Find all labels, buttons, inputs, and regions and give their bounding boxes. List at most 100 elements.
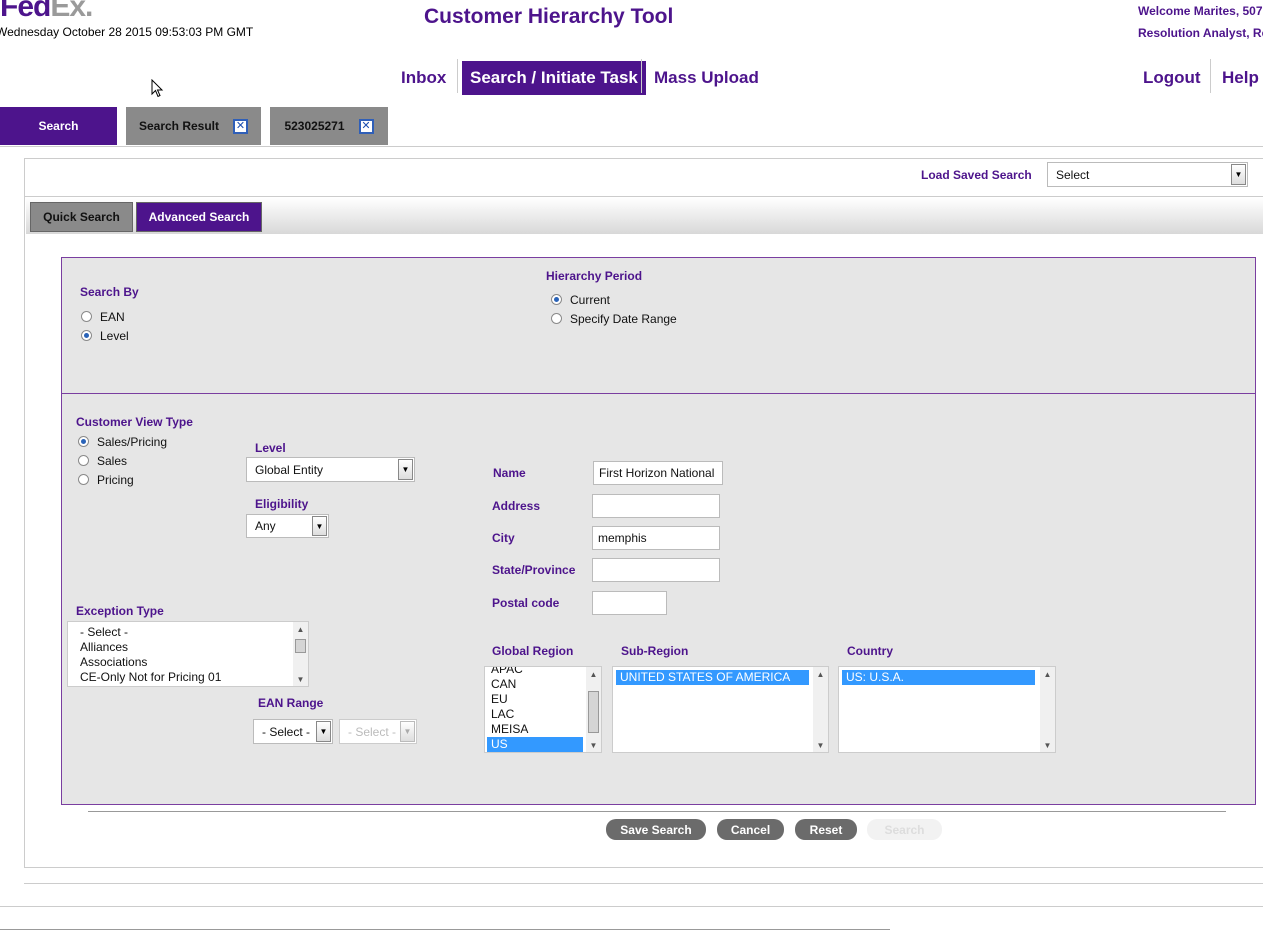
radio-button[interactable]: [551, 313, 562, 324]
footer-divider: [0, 906, 1263, 907]
scroll-thumb[interactable]: [588, 691, 599, 733]
level-select[interactable]: Global Entity ▼: [246, 457, 415, 482]
close-icon[interactable]: ✕: [358, 118, 374, 134]
welcome-user: Welcome Marites, 507 Resolution Analyst,…: [1138, 0, 1263, 44]
radio-button[interactable]: [551, 294, 562, 305]
list-option-selected[interactable]: UNITED STATES OF AMERICA: [616, 670, 809, 685]
eligibility-value: Any: [255, 519, 276, 533]
list-option[interactable]: EU: [487, 692, 583, 707]
scrollbar[interactable]: ▲ ▼: [1040, 667, 1055, 752]
radio-ean[interactable]: EAN: [81, 307, 129, 326]
footer-divider: [0, 929, 890, 930]
nav-logout[interactable]: Logout: [1143, 68, 1201, 88]
radio-button[interactable]: [81, 330, 92, 341]
eligibility-select[interactable]: Any ▼: [246, 514, 329, 538]
global-region-label: Global Region: [492, 644, 574, 658]
search-by-group: EAN Level: [81, 307, 129, 345]
country-label: Country: [847, 644, 893, 658]
radio-specify-date-range[interactable]: Specify Date Range: [551, 309, 677, 328]
radio-current[interactable]: Current: [551, 290, 677, 309]
city-label: City: [492, 531, 515, 545]
radio-button[interactable]: [78, 455, 89, 466]
ean-range-from-select[interactable]: - Select - ▼: [253, 719, 333, 744]
radio-button[interactable]: [81, 311, 92, 322]
list-option[interactable]: CAN: [487, 677, 583, 692]
scrollbar[interactable]: ▲ ▼: [813, 667, 828, 752]
radio-sales-pricing[interactable]: Sales/Pricing: [78, 432, 167, 451]
eligibility-label: Eligibility: [255, 497, 309, 511]
nav-help[interactable]: Help: [1222, 68, 1259, 88]
scroll-down-icon[interactable]: ▼: [1040, 738, 1055, 752]
radio-button[interactable]: [78, 436, 89, 447]
tab-record[interactable]: 523025271 ✕: [270, 107, 388, 145]
nav-inbox[interactable]: Inbox: [401, 68, 446, 88]
scroll-down-icon[interactable]: ▼: [293, 672, 308, 686]
close-icon[interactable]: ✕: [233, 118, 249, 134]
city-field[interactable]: memphis: [592, 526, 720, 550]
customer-view-type-label: Customer View Type: [76, 415, 193, 429]
list-option-selected[interactable]: US: [487, 737, 583, 752]
logo-fed-text: Fed: [0, 0, 51, 23]
scrollbar[interactable]: ▲ ▼: [586, 667, 601, 752]
customer-view-type-group: Sales/Pricing Sales Pricing: [78, 432, 167, 489]
radio-level[interactable]: Level: [81, 326, 129, 345]
level-value: Global Entity: [255, 462, 324, 477]
radio-label: Pricing: [97, 472, 134, 487]
panel-divider: [24, 196, 1263, 197]
current-datetime: Wednesday October 28 2015 09:53:03 PM GM…: [0, 25, 254, 39]
country-listbox[interactable]: US: U.S.A. ▲ ▼: [838, 666, 1056, 753]
scroll-thumb[interactable]: [295, 639, 306, 653]
list-option[interactable]: APAC: [487, 667, 583, 677]
cancel-button[interactable]: Cancel: [717, 819, 784, 840]
postal-code-label: Postal code: [492, 596, 560, 610]
radio-label: Sales/Pricing: [97, 434, 168, 449]
scroll-up-icon[interactable]: ▲: [813, 667, 828, 681]
state-field[interactable]: [592, 558, 720, 582]
nav-separator: [1210, 59, 1211, 93]
address-label: Address: [492, 499, 541, 513]
scroll-up-icon[interactable]: ▲: [293, 622, 308, 636]
page-title: Customer Hierarchy Tool: [424, 5, 674, 28]
list-option[interactable]: Associations: [76, 655, 308, 670]
postal-code-field[interactable]: [592, 591, 667, 615]
tab-search[interactable]: Search: [0, 107, 117, 145]
search-by-label: Search By: [80, 285, 139, 299]
address-field[interactable]: [592, 494, 720, 518]
list-option[interactable]: Alliances: [76, 640, 308, 655]
tab-quick-search[interactable]: Quick Search: [30, 202, 133, 232]
radio-sales[interactable]: Sales: [78, 451, 167, 470]
list-option[interactable]: MEISA: [487, 722, 583, 737]
actions-divider: [88, 811, 1226, 812]
list-option-selected[interactable]: US: U.S.A.: [842, 670, 1035, 685]
nav-mass-upload[interactable]: Mass Upload: [654, 68, 759, 88]
tab-record-label: 523025271: [284, 119, 345, 133]
scrollbar[interactable]: ▲ ▼: [293, 622, 308, 686]
tabs-divider: [0, 146, 1263, 147]
radio-pricing[interactable]: Pricing: [78, 470, 167, 489]
scroll-down-icon[interactable]: ▼: [813, 738, 828, 752]
scroll-down-icon[interactable]: ▼: [586, 738, 601, 752]
chevron-down-icon: ▼: [312, 516, 327, 536]
save-search-button[interactable]: Save Search: [606, 819, 706, 840]
scroll-up-icon[interactable]: ▲: [1040, 667, 1055, 681]
tab-search-result[interactable]: Search Result ✕: [126, 107, 261, 145]
name-field[interactable]: First Horizon National: [593, 461, 723, 485]
radio-button[interactable]: [78, 474, 89, 485]
list-option[interactable]: LAC: [487, 707, 583, 722]
list-option[interactable]: - Select -: [76, 625, 308, 640]
scroll-up-icon[interactable]: ▲: [586, 667, 601, 681]
tab-search-label: Search: [38, 119, 79, 133]
sub-region-label: Sub-Region: [621, 644, 689, 658]
sub-region-listbox[interactable]: UNITED STATES OF AMERICA ▲ ▼: [612, 666, 829, 753]
reset-button[interactable]: Reset: [795, 819, 857, 840]
global-region-listbox[interactable]: APAC CAN EU LAC MEISA US ▲ ▼: [484, 666, 602, 753]
nav-search-initiate-task[interactable]: Search / Initiate Task: [462, 61, 646, 95]
exception-type-listbox[interactable]: - Select - Alliances Associations CE-Onl…: [67, 621, 309, 687]
list-option[interactable]: CE-Only Not for Pricing 01: [76, 670, 308, 685]
exception-type-label: Exception Type: [76, 604, 164, 618]
load-saved-search-value: Select: [1056, 167, 1090, 182]
load-saved-search-select[interactable]: Select ▼: [1047, 162, 1248, 187]
tab-advanced-search[interactable]: Advanced Search: [136, 202, 262, 232]
tab-search-result-label: Search Result: [138, 119, 220, 133]
ean-range-to-value: - Select -: [348, 724, 397, 739]
